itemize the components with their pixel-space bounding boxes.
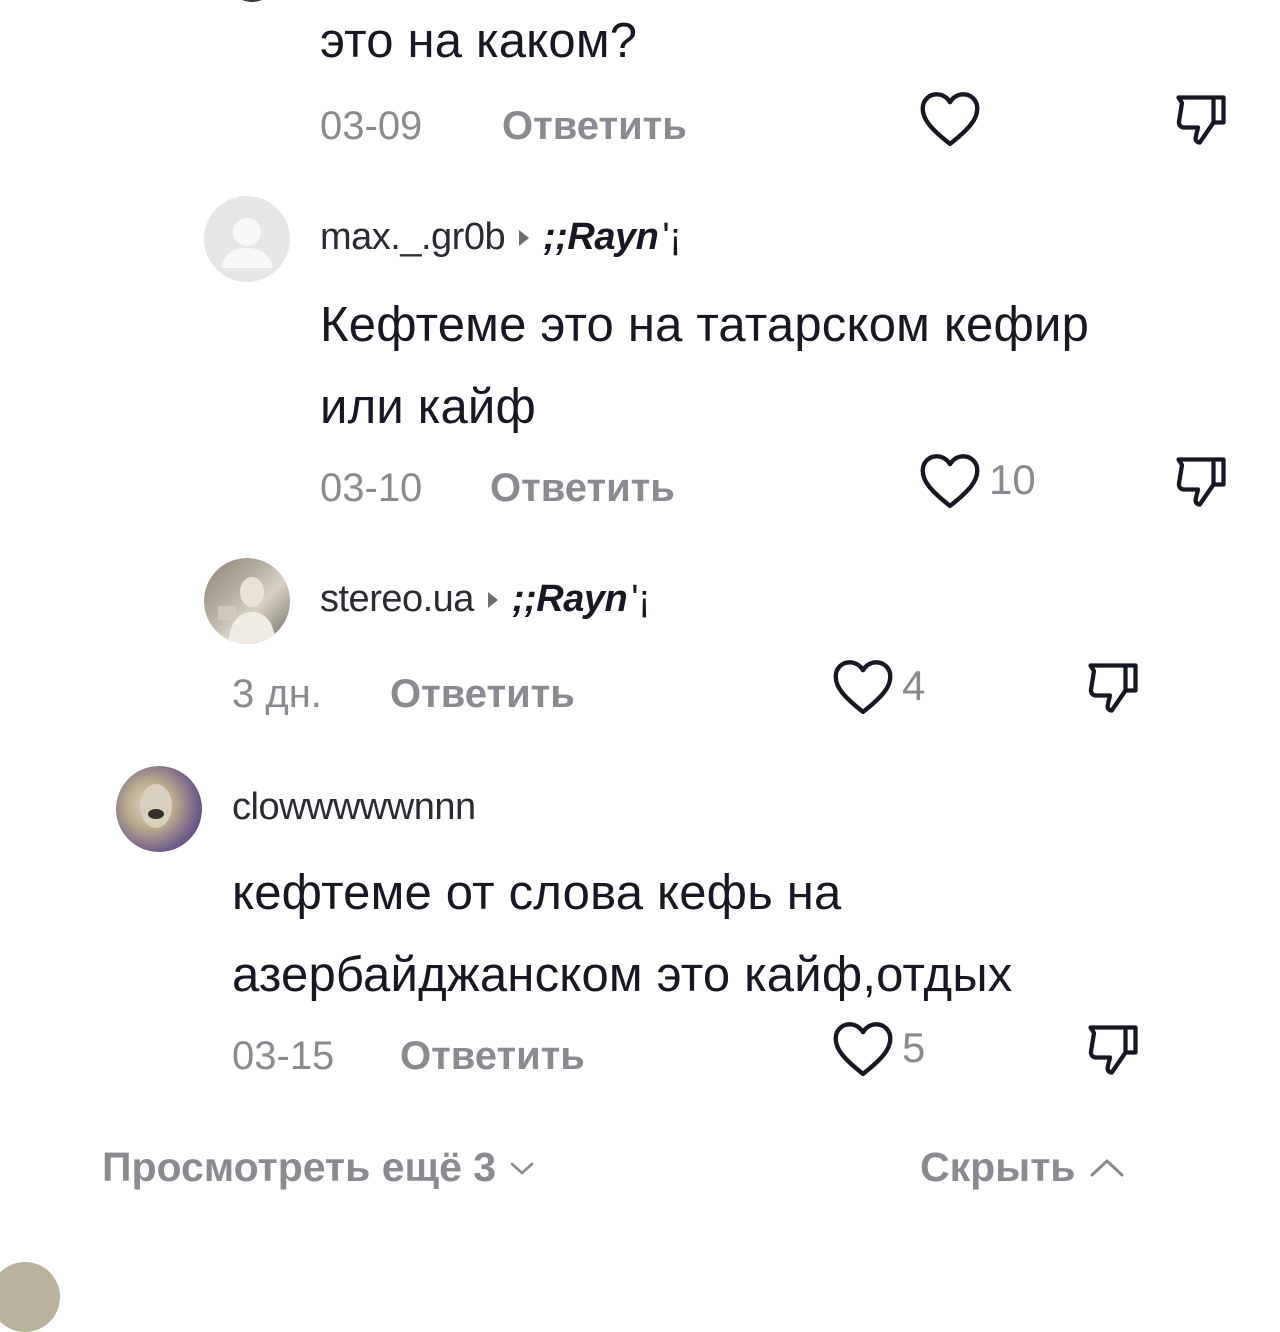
comment-4-text: кефтеме от слова кефь на азербайджанском… (232, 866, 1013, 1002)
thumbs-down-icon (1088, 1025, 1138, 1075)
comment-2-username-row: max._.gr0b ;;Rayn '¡ (320, 216, 682, 259)
comment-1-reply-button[interactable]: Ответить (502, 104, 687, 149)
view-more-replies-button[interactable]: Просмотреть ещё 3 (102, 1144, 536, 1191)
comment-4-username-row: clowwwwwnnn (232, 786, 476, 829)
avatar-partial-top[interactable] (222, 0, 282, 2)
view-more-label: Просмотреть ещё 3 (102, 1144, 497, 1190)
comment-4-like-count: 5 (902, 1024, 926, 1071)
comment-2-reply-to[interactable]: ;;Rayn '¡ (543, 216, 682, 259)
comment-3-username-row: stereo.ua ;;Rayn '¡ (320, 578, 651, 621)
avatar-default[interactable] (204, 196, 290, 282)
hide-label: Скрыть (920, 1144, 1076, 1190)
comment-1-like-button[interactable] (917, 88, 989, 148)
heart-outline-icon (833, 1022, 893, 1077)
comment-2-like-count: 10 (989, 456, 1036, 503)
avatar-partial-bottom[interactable] (0, 1262, 60, 1332)
profile-photo (140, 784, 172, 828)
comment-3-dislike-button[interactable] (1082, 658, 1144, 723)
comment-1-dislike-button[interactable] (1170, 90, 1232, 155)
comment-4-dislike-button[interactable] (1082, 1020, 1144, 1085)
comment-2-date: 03-10 (320, 466, 423, 510)
heart-outline-icon (833, 660, 893, 715)
thumbs-down-icon (1176, 457, 1226, 507)
comment-4-reply-button[interactable]: Ответить (400, 1034, 585, 1079)
default-user-icon (221, 218, 273, 268)
heart-outline-icon (920, 454, 980, 509)
comment-3-reply-button[interactable]: Ответить (390, 672, 575, 717)
comment-2-text: Кефтеме это на татарском кефир или кайф (320, 298, 1090, 434)
reply-arrow-icon (487, 591, 498, 608)
comment-3-date: 3 дн. (232, 672, 322, 716)
comment-4-date: 03-15 (232, 1034, 335, 1078)
comment-2-reply-button[interactable]: Ответить (490, 466, 675, 511)
comment-3-like-button[interactable]: 4 (830, 656, 925, 716)
comment-2-username[interactable]: max._.gr0b (320, 216, 506, 259)
reply-arrow-icon (519, 229, 530, 246)
hide-replies-button[interactable]: Скрыть (920, 1144, 1127, 1191)
avatar-photo[interactable] (204, 558, 290, 644)
heart-outline-icon (920, 92, 980, 147)
comment-3-reply-to[interactable]: ;;Rayn '¡ (512, 578, 651, 621)
thumbs-down-icon (1176, 95, 1226, 145)
avatar-photo[interactable] (116, 766, 202, 852)
comment-2-like-button[interactable]: 10 (917, 450, 1036, 510)
thumbs-down-icon (1088, 663, 1138, 713)
chevron-up-icon (1090, 1159, 1124, 1176)
comment-3-like-count: 4 (902, 662, 926, 709)
chevron-down-icon (510, 1162, 534, 1174)
comment-2-dislike-button[interactable] (1170, 452, 1232, 517)
comment-4-username[interactable]: clowwwwwnnn (232, 786, 476, 829)
comment-4-like-button[interactable]: 5 (830, 1018, 925, 1078)
comment-1-text: это на каком? (320, 14, 638, 68)
comment-1-date: 03-09 (320, 104, 423, 148)
profile-photo (218, 577, 276, 644)
comment-3-username[interactable]: stereo.ua (320, 578, 474, 621)
